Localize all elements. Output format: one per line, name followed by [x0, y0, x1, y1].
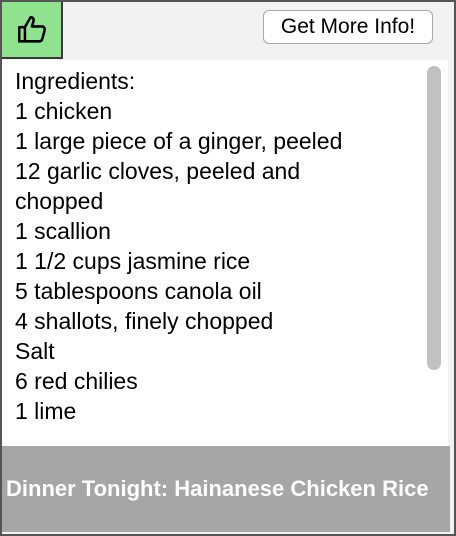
ingredient-item: 4 shallots, finely chopped: [15, 308, 274, 334]
ingredient-item: 1 chicken: [15, 98, 113, 124]
like-button[interactable]: [2, 2, 63, 59]
thumbs-up-icon: [17, 15, 46, 43]
ingredient-item: 12 garlic cloves, peeled and chopped: [15, 158, 301, 214]
footer-bar: Dinner Tonight: Hainanese Chicken Rice: [2, 446, 450, 532]
ingredient-item: Salt: [15, 338, 55, 364]
ingredient-list: 1 chicken 1 large piece of a ginger, peel…: [2, 96, 345, 426]
ingredient-item: 1 1/2 cups jasmine rice: [15, 248, 251, 274]
scrollbar-thumb[interactable]: [427, 66, 441, 370]
ingredient-item: 1 lime: [15, 398, 77, 424]
ingredients-heading: Ingredients:: [15, 68, 136, 94]
ingredient-item: 5 tablespoons canola oil: [15, 278, 262, 304]
scrollbar[interactable]: [424, 60, 448, 446]
ingredient-item: 6 red chilies: [15, 368, 138, 394]
ingredient-item: 1 large piece of a ginger, peeled: [15, 128, 343, 154]
recipe-title: Dinner Tonight: Hainanese Chicken Rice: [6, 476, 429, 501]
recipe-content[interactable]: Ingredients: 1 chicken 1 large piece of a…: [2, 60, 424, 446]
ingredient-item: 1 scallion: [15, 218, 111, 244]
get-more-info-button[interactable]: Get More Info!: [263, 10, 433, 44]
